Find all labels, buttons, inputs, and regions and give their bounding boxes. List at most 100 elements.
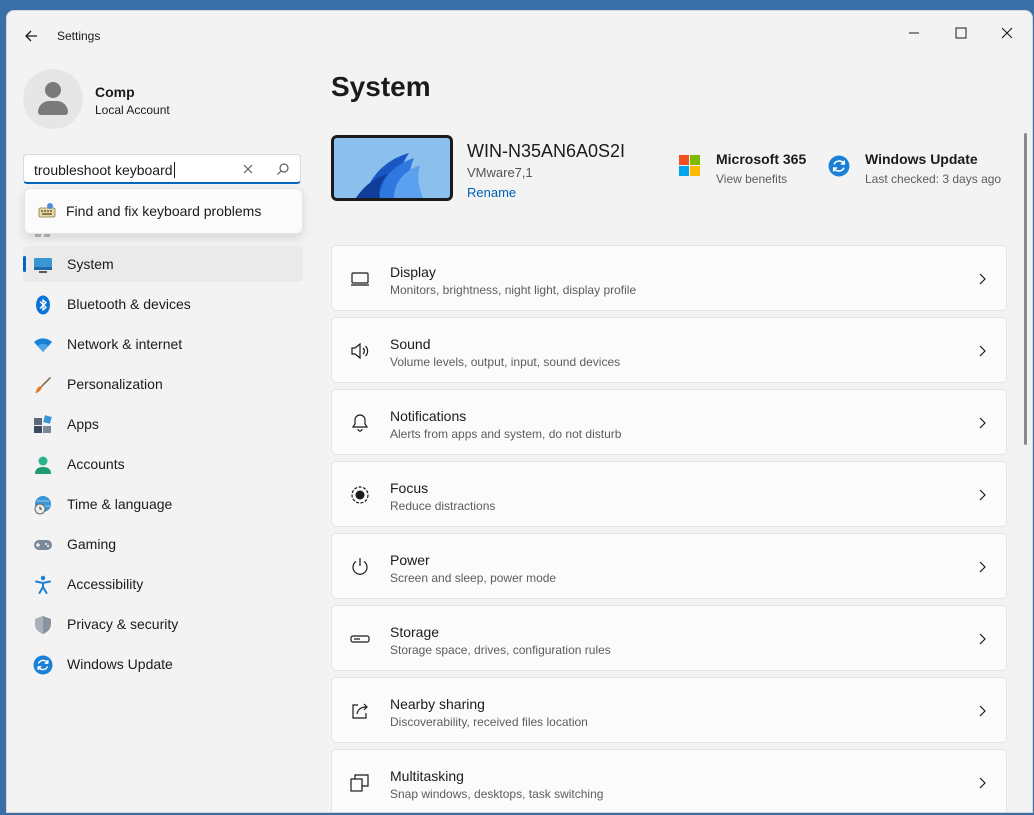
search-input[interactable]: troubleshoot keyboard (23, 154, 301, 184)
sidebar-item-label: Windows Update (67, 656, 173, 672)
sidebar-item-label: Accessibility (67, 576, 144, 592)
person-icon (35, 456, 51, 474)
device-name: WIN-N35AN6A0S2I (467, 141, 626, 161)
power-icon (352, 558, 368, 575)
search-suggestion[interactable]: Find and fix keyboard problems (24, 188, 303, 234)
sidebar-item-windows-update[interactable]: Windows Update (23, 646, 303, 682)
card-title: Nearby sharing (390, 696, 485, 712)
chevron-right-icon (979, 633, 986, 645)
quick-tile-subtitle: View benefits (716, 172, 788, 186)
card-sound[interactable]: Sound Volume levels, output, input, soun… (331, 317, 1007, 383)
apps-icon (34, 415, 52, 433)
chevron-right-icon (979, 705, 986, 717)
quick-tile-subtitle: Last checked: 3 days ago (865, 172, 1002, 186)
card-title: Multitasking (390, 768, 464, 784)
card-subtitle: Storage space, drives, configuration rul… (390, 643, 611, 657)
sidebar-item-privacy[interactable]: Privacy & security (23, 606, 303, 642)
update-icon (33, 655, 53, 675)
search-input-value[interactable]: troubleshoot keyboard (34, 162, 175, 178)
card-power[interactable]: Power Screen and sleep, power mode (331, 533, 1007, 599)
device-wallpaper-image (331, 135, 453, 201)
sidebar-item-personalization[interactable]: Personalization (23, 366, 303, 402)
monitor-icon (34, 258, 52, 273)
troubleshooter-icon (38, 203, 56, 218)
close-button[interactable] (985, 17, 1029, 49)
card-subtitle: Monitors, brightness, night light, displ… (390, 283, 637, 297)
quick-tile-title: Windows Update (865, 151, 978, 167)
main-scrollbar[interactable] (1024, 133, 1027, 445)
card-title: Storage (390, 624, 440, 640)
bloom-wallpaper-icon (334, 138, 450, 198)
bell-icon (351, 414, 369, 432)
shield-icon (35, 616, 51, 634)
search-suggestion-label: Find and fix keyboard problems (66, 203, 262, 219)
sidebar-item-bluetooth[interactable]: Bluetooth & devices (23, 286, 303, 322)
sidebar-item-time-language[interactable]: Time & language (23, 486, 303, 522)
focus-icon (351, 486, 369, 504)
avatar-head (45, 82, 61, 98)
clear-icon[interactable] (240, 161, 256, 177)
multitask-icon (350, 774, 369, 792)
sidebar-item-accounts[interactable]: Accounts (23, 446, 303, 482)
card-notifications[interactable]: Notifications Alerts from apps and syste… (331, 389, 1007, 455)
chevron-right-icon (979, 417, 986, 429)
card-title: Notifications (390, 408, 467, 424)
accessibility-icon (35, 575, 51, 594)
sidebar-item-system[interactable]: System (23, 246, 303, 282)
card-title: Sound (390, 336, 431, 352)
update-icon (828, 155, 850, 177)
chevron-right-icon (979, 489, 986, 501)
settings-card-list: Display Monitors, brightness, night ligh… (331, 245, 1007, 812)
sidebar-item-accessibility[interactable]: Accessibility (23, 566, 303, 602)
card-nearby-sharing[interactable]: Nearby sharing Discoverability, received… (331, 677, 1007, 743)
sidebar-item-label: Gaming (67, 536, 117, 552)
storage-icon (350, 635, 370, 643)
card-title: Display (390, 264, 436, 280)
card-subtitle: Volume levels, output, input, sound devi… (390, 355, 621, 369)
user-name: Comp (95, 84, 135, 100)
user-account-type: Local Account (95, 103, 170, 117)
sidebar-item-gaming[interactable]: Gaming (23, 526, 303, 562)
chevron-right-icon (979, 777, 986, 789)
sidebar-item-label: Privacy & security (67, 616, 179, 632)
card-multitasking[interactable]: Multitasking Snap windows, desktops, tas… (331, 749, 1007, 812)
card-storage[interactable]: Storage Storage space, drives, configura… (331, 605, 1007, 671)
microsoft-logo-icon (679, 155, 700, 176)
search-icon[interactable] (276, 162, 290, 176)
card-title: Power (390, 552, 430, 568)
quick-tile-title: Microsoft 365 (716, 151, 807, 167)
card-subtitle: Discoverability, received files location (390, 715, 588, 729)
sidebar-item-label: Bluetooth & devices (67, 296, 191, 312)
display-icon (351, 272, 369, 286)
sidebar-item-label: Accounts (67, 456, 125, 472)
chevron-right-icon (979, 345, 986, 357)
card-subtitle: Screen and sleep, power mode (390, 571, 557, 585)
minimize-button[interactable] (892, 17, 936, 49)
brush-icon (35, 377, 51, 393)
back-button[interactable] (19, 24, 43, 48)
sidebar-item-network[interactable]: Network & internet (23, 326, 303, 362)
microsoft-365-tile[interactable]: Microsoft 365 View benefits (679, 151, 809, 191)
speaker-icon (351, 342, 369, 360)
close-icon (1001, 27, 1013, 39)
windows-update-tile[interactable]: Windows Update Last checked: 3 days ago (828, 151, 1008, 191)
maximize-button[interactable] (939, 17, 983, 49)
chevron-right-icon (979, 273, 986, 285)
chevron-right-icon (979, 561, 986, 573)
sidebar-item-label: Personalization (67, 376, 163, 392)
wifi-icon (34, 338, 52, 352)
gamepad-icon (34, 540, 52, 550)
settings-window: Settings Comp Local Account troubleshoot… (6, 10, 1033, 813)
card-focus[interactable]: Focus Reduce distractions (331, 461, 1007, 527)
sidebar-item-label: Network & internet (67, 336, 183, 352)
globe-clock-icon (34, 496, 51, 515)
sidebar-item-apps[interactable]: Apps (23, 406, 303, 442)
sidebar-item-label: System (67, 256, 114, 272)
title-bar: Settings (7, 11, 1032, 55)
sidebar-nav: System Bluetooth & devices Network & int… (23, 246, 303, 686)
sidebar-item-label: Time & language (67, 496, 173, 512)
card-subtitle: Alerts from apps and system, do not dist… (390, 427, 622, 441)
card-display[interactable]: Display Monitors, brightness, night ligh… (331, 245, 1007, 311)
rename-link[interactable]: Rename (467, 185, 516, 200)
avatar[interactable] (23, 69, 83, 129)
